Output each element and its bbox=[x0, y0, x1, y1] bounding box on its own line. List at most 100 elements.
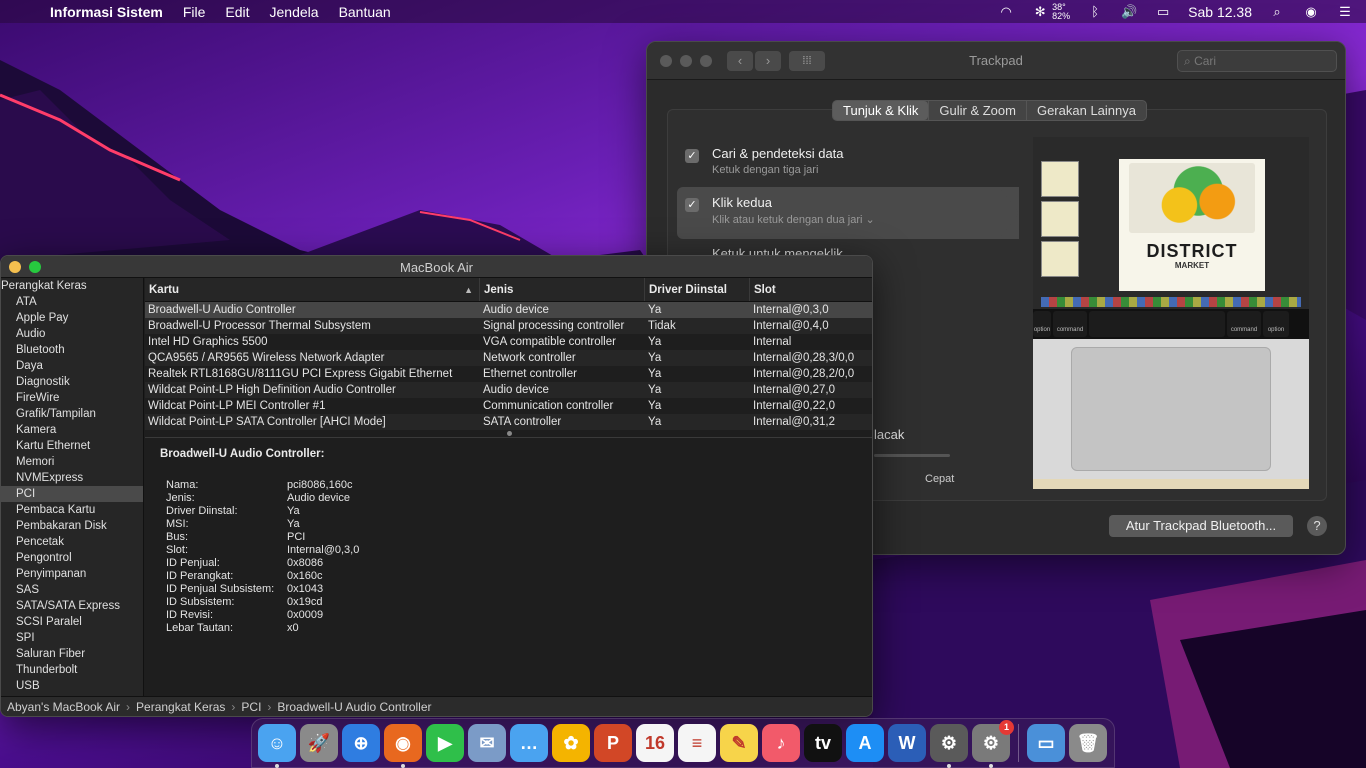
word-icon[interactable]: W bbox=[888, 724, 926, 762]
sidebar-item[interactable]: SPI bbox=[1, 630, 143, 646]
sidebar-item[interactable]: Penyimpanan bbox=[1, 566, 143, 582]
fan-status[interactable]: ✻ 38° 82% bbox=[1031, 2, 1070, 21]
sidebar-item[interactable]: FireWire bbox=[1, 390, 143, 406]
sidebar-item[interactable]: Grafik/Tampilan bbox=[1, 406, 143, 422]
calendar-icon[interactable]: 16 bbox=[636, 724, 674, 762]
tab-point-click[interactable]: Tunjuk & Klik bbox=[833, 101, 929, 120]
notes-icon[interactable]: ✎ bbox=[720, 724, 758, 762]
option-lookup-data-detectors[interactable]: ✓ Cari & pendeteksi data Ketuk dengan ti… bbox=[685, 146, 1005, 176]
column-header-driver[interactable]: Driver Diinstal bbox=[645, 278, 750, 301]
music-icon[interactable]: ♪ bbox=[762, 724, 800, 762]
sidebar-item[interactable]: NVMExpress bbox=[1, 470, 143, 486]
bluetooth-icon[interactable]: ᛒ bbox=[1086, 4, 1104, 19]
sidebar-item[interactable]: Kartu Ethernet bbox=[1, 438, 143, 454]
sidebar-item[interactable]: USB bbox=[1, 678, 143, 694]
table-row[interactable]: Realtek RTL8168GU/8111GU PCI Express Gig… bbox=[145, 366, 872, 382]
table-row[interactable]: Wildcat Point-LP SATA Controller [AHCI M… bbox=[145, 414, 872, 430]
search-field[interactable]: ⌕ Cari bbox=[1177, 50, 1337, 72]
spotlight-search-icon[interactable]: ⌕ bbox=[1268, 4, 1286, 20]
menu-edit[interactable]: Edit bbox=[225, 4, 249, 20]
sidebar-item[interactable]: Bluetooth bbox=[1, 342, 143, 358]
checkbox-lookup[interactable]: ✓ bbox=[685, 149, 699, 163]
reminders-icon[interactable]: ≡ bbox=[678, 724, 716, 762]
running-indicator bbox=[947, 764, 951, 768]
table-row[interactable]: Broadwell-U Audio Controller Audio device… bbox=[145, 302, 872, 318]
siri-icon[interactable]: ◉ bbox=[1302, 4, 1320, 20]
table-cell: Internal@0,3,0 bbox=[753, 304, 829, 316]
safari-icon[interactable]: ⊕ bbox=[342, 724, 380, 762]
detail-row: ID Revisi: 0x0009 bbox=[160, 609, 872, 622]
sidebar-item[interactable]: Pencetak bbox=[1, 534, 143, 550]
help-button[interactable]: ? bbox=[1307, 516, 1327, 536]
sidebar-item[interactable]: Pembaca Kartu bbox=[1, 502, 143, 518]
sidebar-item[interactable]: Apple Pay bbox=[1, 310, 143, 326]
split-divider[interactable] bbox=[145, 430, 872, 438]
preview-key-option-right: option bbox=[1263, 311, 1289, 337]
volume-icon[interactable]: 🔊 bbox=[1120, 4, 1138, 20]
column-header-slot[interactable]: Slot bbox=[750, 278, 872, 301]
option-subtitle[interactable]: Klik atau ketuk dengan dua jari ⌄ bbox=[712, 213, 1005, 226]
sidebar-item[interactable]: Pengontrol bbox=[1, 550, 143, 566]
column-header-card[interactable]: Kartu ▲ bbox=[145, 278, 480, 301]
sidebar-item[interactable]: SCSI Paralel bbox=[1, 614, 143, 630]
trash-icon[interactable]: 🗑 bbox=[1069, 724, 1107, 762]
clock[interactable]: Sab 12.38 bbox=[1188, 4, 1252, 20]
detail-row: Lebar Tautan: x0 bbox=[160, 622, 872, 635]
path-item[interactable]: Broadwell-U Audio Controller bbox=[277, 697, 431, 716]
preview-thumbnails bbox=[1041, 161, 1079, 281]
sidebar-item[interactable]: SAS bbox=[1, 582, 143, 598]
finder-icon[interactable]: ☺ bbox=[258, 724, 296, 768]
system-information-icon[interactable]: ⚙ bbox=[930, 724, 968, 768]
messages-icon[interactable]: … bbox=[510, 724, 548, 762]
path-item[interactable]: Abyan's MacBook Air bbox=[7, 697, 120, 716]
sidebar-item[interactable]: Saluran Fiber bbox=[1, 646, 143, 662]
tracking-speed-slider[interactable] bbox=[874, 454, 950, 457]
launchpad-icon[interactable]: 🚀 bbox=[300, 724, 338, 762]
photos-icon[interactable]: ✿ bbox=[552, 724, 590, 762]
tab-scroll-zoom[interactable]: Gulir & Zoom bbox=[928, 101, 1026, 120]
sidebar-item[interactable]: Pembakaran Disk bbox=[1, 518, 143, 534]
facetime-icon[interactable]: ▶ bbox=[426, 724, 464, 762]
wifi-icon[interactable]: ◠ bbox=[997, 4, 1015, 20]
control-center-icon[interactable]: ☰ bbox=[1336, 4, 1354, 20]
path-item[interactable]: Perangkat Keras bbox=[136, 697, 225, 716]
path-item[interactable]: PCI bbox=[241, 697, 261, 716]
firefox-icon[interactable]: ◉ bbox=[384, 724, 422, 768]
app-store-icon[interactable]: A bbox=[846, 724, 884, 762]
sidebar-item[interactable]: Kamera bbox=[1, 422, 143, 438]
sidebar-item[interactable]: ATA bbox=[1, 294, 143, 310]
menu-app-name[interactable]: Informasi Sistem bbox=[50, 4, 163, 20]
menu-window[interactable]: Jendela bbox=[270, 4, 319, 20]
battery-icon[interactable]: ▭ bbox=[1154, 4, 1172, 20]
detail-key: Driver Diinstal: bbox=[166, 505, 238, 517]
table-row[interactable]: Broadwell-U Processor Thermal Subsystem S… bbox=[145, 318, 872, 334]
sidebar-item[interactable]: SATA/SATA Express bbox=[1, 598, 143, 614]
reminders-glyph: ≡ bbox=[691, 732, 703, 753]
preview-icon[interactable]: ✉ bbox=[468, 724, 506, 762]
fruit-image bbox=[1129, 163, 1255, 233]
menu-file[interactable]: File bbox=[183, 4, 206, 20]
tab-more-gestures[interactable]: Gerakan Lainnya bbox=[1025, 101, 1146, 120]
sidebar-item[interactable]: Memori bbox=[1, 454, 143, 470]
preview-document: DISTRICT MARKET bbox=[1119, 159, 1265, 291]
sidebar-root-hardware[interactable]: Perangkat Keras bbox=[1, 278, 143, 294]
sidebar-item[interactable]: PCI bbox=[1, 486, 143, 502]
detail-row: Driver Diinstal: Ya bbox=[160, 505, 872, 518]
table-row[interactable]: Intel HD Graphics 5500 VGA compatible con… bbox=[145, 334, 872, 350]
sidebar-item[interactable]: Diagnostik bbox=[1, 374, 143, 390]
table-row[interactable]: Wildcat Point-LP High Definition Audio C… bbox=[145, 382, 872, 398]
checkbox-secondary-click[interactable]: ✓ bbox=[685, 198, 699, 212]
table-row[interactable]: Wildcat Point-LP MEI Controller #1 Commun… bbox=[145, 398, 872, 414]
powerpoint-icon[interactable]: P bbox=[594, 724, 632, 762]
folder-icon[interactable]: ▭ bbox=[1027, 724, 1065, 762]
system-preferences-icon[interactable]: ⚙ 1 bbox=[972, 720, 1014, 768]
sidebar-item[interactable]: Daya bbox=[1, 358, 143, 374]
tv-icon[interactable]: tv bbox=[804, 724, 842, 762]
table-row[interactable]: QCA9565 / AR9565 Wireless Network Adapte… bbox=[145, 350, 872, 366]
sidebar-item[interactable]: Audio bbox=[1, 326, 143, 342]
setup-bluetooth-trackpad-button[interactable]: Atur Trackpad Bluetooth... bbox=[1109, 515, 1293, 537]
option-secondary-click[interactable]: ✓ Klik kedua Klik atau ketuk dengan dua … bbox=[685, 195, 1005, 226]
menu-help[interactable]: Bantuan bbox=[339, 4, 391, 20]
sidebar-item[interactable]: Thunderbolt bbox=[1, 662, 143, 678]
column-header-type[interactable]: Jenis bbox=[480, 278, 645, 301]
